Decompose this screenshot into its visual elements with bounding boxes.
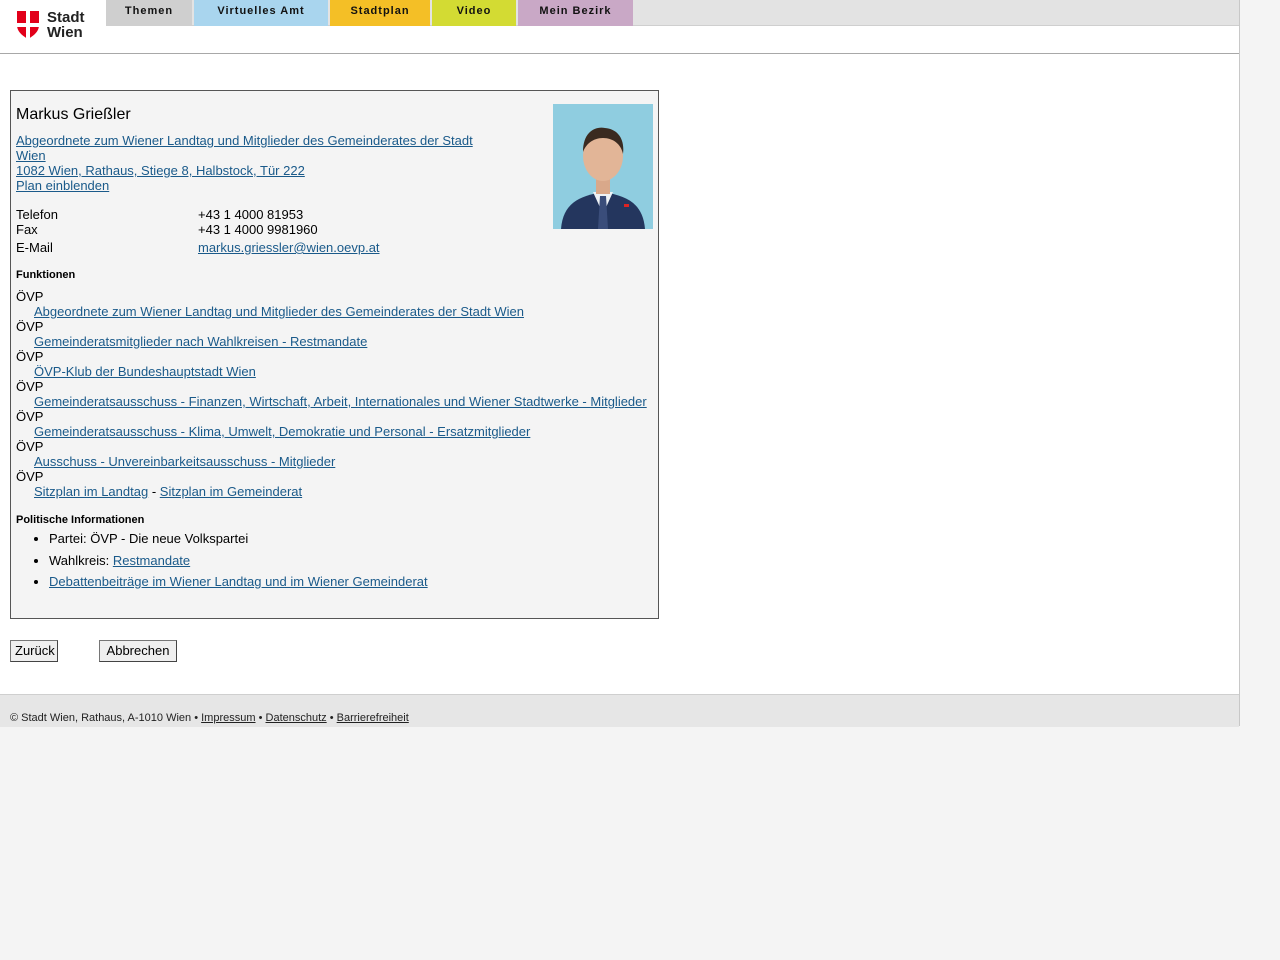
district-link[interactable]: Restmandate [113,553,190,568]
function-party: ÖVP [16,349,44,364]
footer-copyright: © Stadt Wien, Rathaus, A-1010 Wien [10,712,192,724]
barrierefreiheit-link[interactable]: Barrierefreiheit [337,712,409,724]
district-item: Wahlkreis: Restmandate [49,553,616,575]
function-link[interactable]: Gemeinderatsausschuss - Klima, Umwelt, D… [34,424,530,439]
function-link[interactable]: Ausschuss - Unvereinbarkeitsausschuss - … [34,454,335,469]
footer-separator: • [258,712,263,724]
function-link[interactable]: ÖVP-Klub der Bundeshauptstadt Wien [34,364,256,379]
site-header: Stadt Wien Themen Virtuelles Amt Stadtpl… [0,0,1239,54]
contact-label: Telefon [16,207,58,222]
function-link[interactable]: Abgeordnete zum Wiener Landtag und Mitgl… [34,304,524,319]
political-info-heading: Politische Informationen [16,514,145,526]
footer-separator: • [329,712,334,724]
wien-shield-icon [17,11,39,39]
address-link[interactable]: 1082 Wien, Rathaus, Stiege 8, Halbstock,… [16,163,486,178]
seating-plan-row: Sitzplan im Landtag - Sitzplan im Gemein… [16,484,656,499]
back-button[interactable]: Zurück [10,640,58,662]
role-link[interactable]: Abgeordnete zum Wiener Landtag und Mitgl… [16,133,486,163]
footer-text: © Stadt Wien, Rathaus, A-1010 Wien • Imp… [10,712,409,724]
contact-list: Telefon +43 1 4000 81953 Fax +43 1 4000 … [16,207,616,255]
party-label: Partei: [49,531,87,546]
tab-stadtplan[interactable]: Stadtplan [330,0,430,26]
phone-value: +43 1 4000 81953 [198,207,304,222]
logo-line-1: Stadt [47,9,85,26]
seating-landtag-link[interactable]: Sitzplan im Landtag [34,484,148,499]
function-item: Gemeinderatsausschuss - Klima, Umwelt, D… [16,424,656,439]
site-footer: © Stadt Wien, Rathaus, A-1010 Wien • Imp… [0,694,1239,727]
person-name: Markus Grießler [16,106,131,123]
contact-row-email: E-Mail markus.griessler@wien.oevp.at [16,240,616,255]
debates-link[interactable]: Debattenbeiträge im Wiener Landtag und i… [49,574,428,589]
function-party: ÖVP [16,469,44,484]
tab-mein-bezirk[interactable]: Mein Bezirk [518,0,633,26]
function-link[interactable]: Gemeinderatsmitglieder nach Wahlkreisen … [34,334,367,349]
tab-virtuelles-amt[interactable]: Virtuelles Amt [194,0,328,26]
map-link[interactable]: Plan einblenden [16,178,486,193]
seating-gemeinderat-link[interactable]: Sitzplan im Gemeinderat [160,484,302,499]
function-item: Gemeinderatsausschuss - Finanzen, Wirtsc… [16,394,656,409]
function-link[interactable]: Gemeinderatsausschuss - Finanzen, Wirtsc… [34,394,647,409]
contact-row-phone: Telefon +43 1 4000 81953 [16,207,616,222]
tab-themen[interactable]: Themen [106,0,192,26]
person-detail-box: Markus Grießler Abgeordnete zum Wiener L… [10,90,659,619]
page: Stadt Wien Themen Virtuelles Amt Stadtpl… [0,0,1240,727]
contact-label: Fax [16,222,38,237]
function-item: ÖVP-Klub der Bundeshauptstadt Wien [16,364,656,379]
logo-text: Stadt Wien [47,10,85,40]
functions-heading: Funktionen [16,269,76,281]
cancel-button[interactable]: Abbrechen [99,640,177,662]
function-party: ÖVP [16,289,44,304]
seating-separator: - [151,484,157,499]
function-party: ÖVP [16,409,44,424]
footer-separator: • [194,712,199,724]
email-link[interactable]: markus.griessler@wien.oevp.at [198,240,380,255]
function-item: Abgeordnete zum Wiener Landtag und Mitgl… [16,304,656,319]
political-info: Partei: ÖVP - Die neue Volkspartei Wahlk… [16,531,616,596]
contact-row-fax: Fax +43 1 4000 9981960 [16,222,616,237]
contact-label: E-Mail [16,240,53,255]
datenschutz-link[interactable]: Datenschutz [266,712,327,724]
party-value: ÖVP - Die neue Volkspartei [90,531,249,546]
person-address-block: Abgeordnete zum Wiener Landtag und Mitgl… [16,133,486,193]
fax-value: +43 1 4000 9981960 [198,222,318,237]
function-item: Ausschuss - Unvereinbarkeitsausschuss - … [16,454,656,469]
impressum-link[interactable]: Impressum [201,712,255,724]
function-party: ÖVP [16,319,44,334]
logo-line-2: Wien [47,24,83,41]
stadt-wien-logo[interactable]: Stadt Wien [17,10,97,42]
party-item: Partei: ÖVP - Die neue Volkspartei [49,531,616,553]
function-party: ÖVP [16,439,44,454]
function-item: Gemeinderatsmitglieder nach Wahlkreisen … [16,334,656,349]
function-party: ÖVP [16,379,44,394]
debates-item: Debattenbeiträge im Wiener Landtag und i… [49,574,616,596]
functions-list: ÖVP Abgeordnete zum Wiener Landtag und M… [16,289,656,499]
district-label: Wahlkreis: [49,552,110,568]
tab-video[interactable]: Video [432,0,516,26]
political-info-list: Partei: ÖVP - Die neue Volkspartei Wahlk… [16,531,616,596]
